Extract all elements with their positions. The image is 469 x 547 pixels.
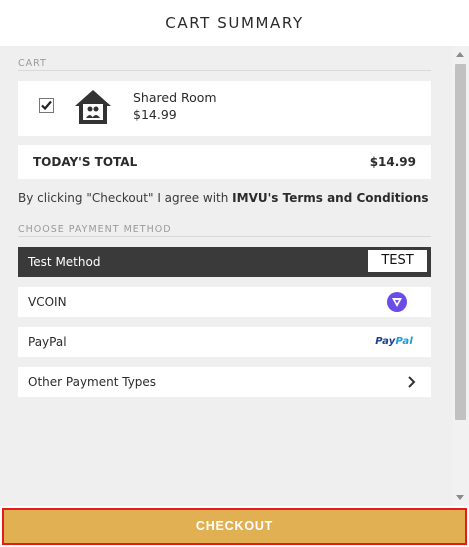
checkmark-icon <box>41 100 52 111</box>
scroll-up-arrow-icon[interactable] <box>456 52 464 57</box>
cart-item-price: $14.99 <box>133 107 177 122</box>
payment-method-paypal[interactable]: PayPal PayPal <box>18 327 431 357</box>
test-badge: TEST <box>368 250 427 272</box>
payment-method-label: VCOIN <box>28 295 67 309</box>
cart-summary-title: CART SUMMARY <box>0 0 469 46</box>
total-value: $14.99 <box>369 155 416 169</box>
payment-method-label: Other Payment Types <box>28 375 157 389</box>
payment-method-vcoin[interactable]: VCOIN <box>18 287 431 317</box>
cart-item-name: Shared Room <box>133 90 217 105</box>
scroll-down-arrow-icon[interactable] <box>456 495 464 500</box>
vcoin-icon <box>387 292 407 312</box>
cart-panel: CART Shared Room $14.99 TODAY'S TOTAL $1… <box>0 46 452 506</box>
checkout-bar: CHECKOUT <box>0 506 469 547</box>
total-label: TODAY'S TOTAL <box>33 155 138 169</box>
payment-method-other[interactable]: Other Payment Types <box>18 367 431 397</box>
chevron-right-icon <box>408 376 416 388</box>
payment-method-label: PayPal <box>28 335 67 349</box>
payment-method-test[interactable]: Test Method TEST <box>18 247 431 277</box>
house-icon <box>75 90 111 124</box>
terms-prefix: By clicking "Checkout" I agree with <box>18 191 233 205</box>
terms-agreement: By clicking "Checkout" I agree with IMVU… <box>18 191 429 205</box>
terms-link[interactable]: IMVU's Terms and Conditions <box>232 191 428 205</box>
payment-method-label: Test Method <box>28 255 101 269</box>
paypal-logo: PayPal <box>375 336 413 347</box>
scrollbar-thumb[interactable] <box>455 64 466 420</box>
checkout-button[interactable]: CHECKOUT <box>2 508 467 545</box>
cart-item: Shared Room $14.99 <box>18 81 431 136</box>
cart-section-label: CART <box>18 58 431 71</box>
todays-total-row: TODAY'S TOTAL $14.99 <box>18 145 431 179</box>
vertical-scrollbar[interactable] <box>452 46 469 506</box>
payment-section-label: CHOOSE PAYMENT METHOD <box>18 224 431 237</box>
cart-item-checkbox[interactable] <box>39 98 54 113</box>
